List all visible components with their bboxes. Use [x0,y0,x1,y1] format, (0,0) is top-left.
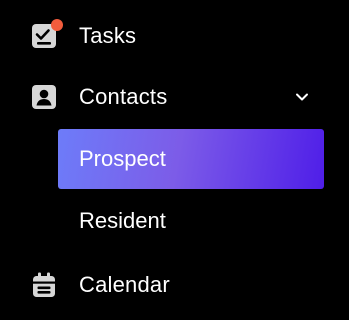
sidebar-item-label: Tasks [79,23,137,48]
sidebar-subitem-label: Resident [79,208,166,233]
notification-dot [51,19,63,31]
contact-card-icon [30,83,58,111]
sidebar-subitem-label: Prospect [79,146,166,171]
sidebar-item-contacts[interactable]: Contacts [0,72,349,122]
sidebar-item-label: Calendar [79,272,170,297]
task-checkbox-icon [30,19,63,50]
sidebar-item-tasks[interactable]: Tasks [0,11,349,61]
sidebar-subitem-prospect[interactable]: Prospect [58,129,324,189]
sidebar-subitem-resident[interactable]: Resident [58,191,324,251]
sidebar-item-calendar[interactable]: Calendar [0,260,349,310]
sidebar-item-label: Contacts [79,84,168,109]
chevron-down-icon[interactable] [293,88,311,106]
calendar-icon [30,271,58,299]
